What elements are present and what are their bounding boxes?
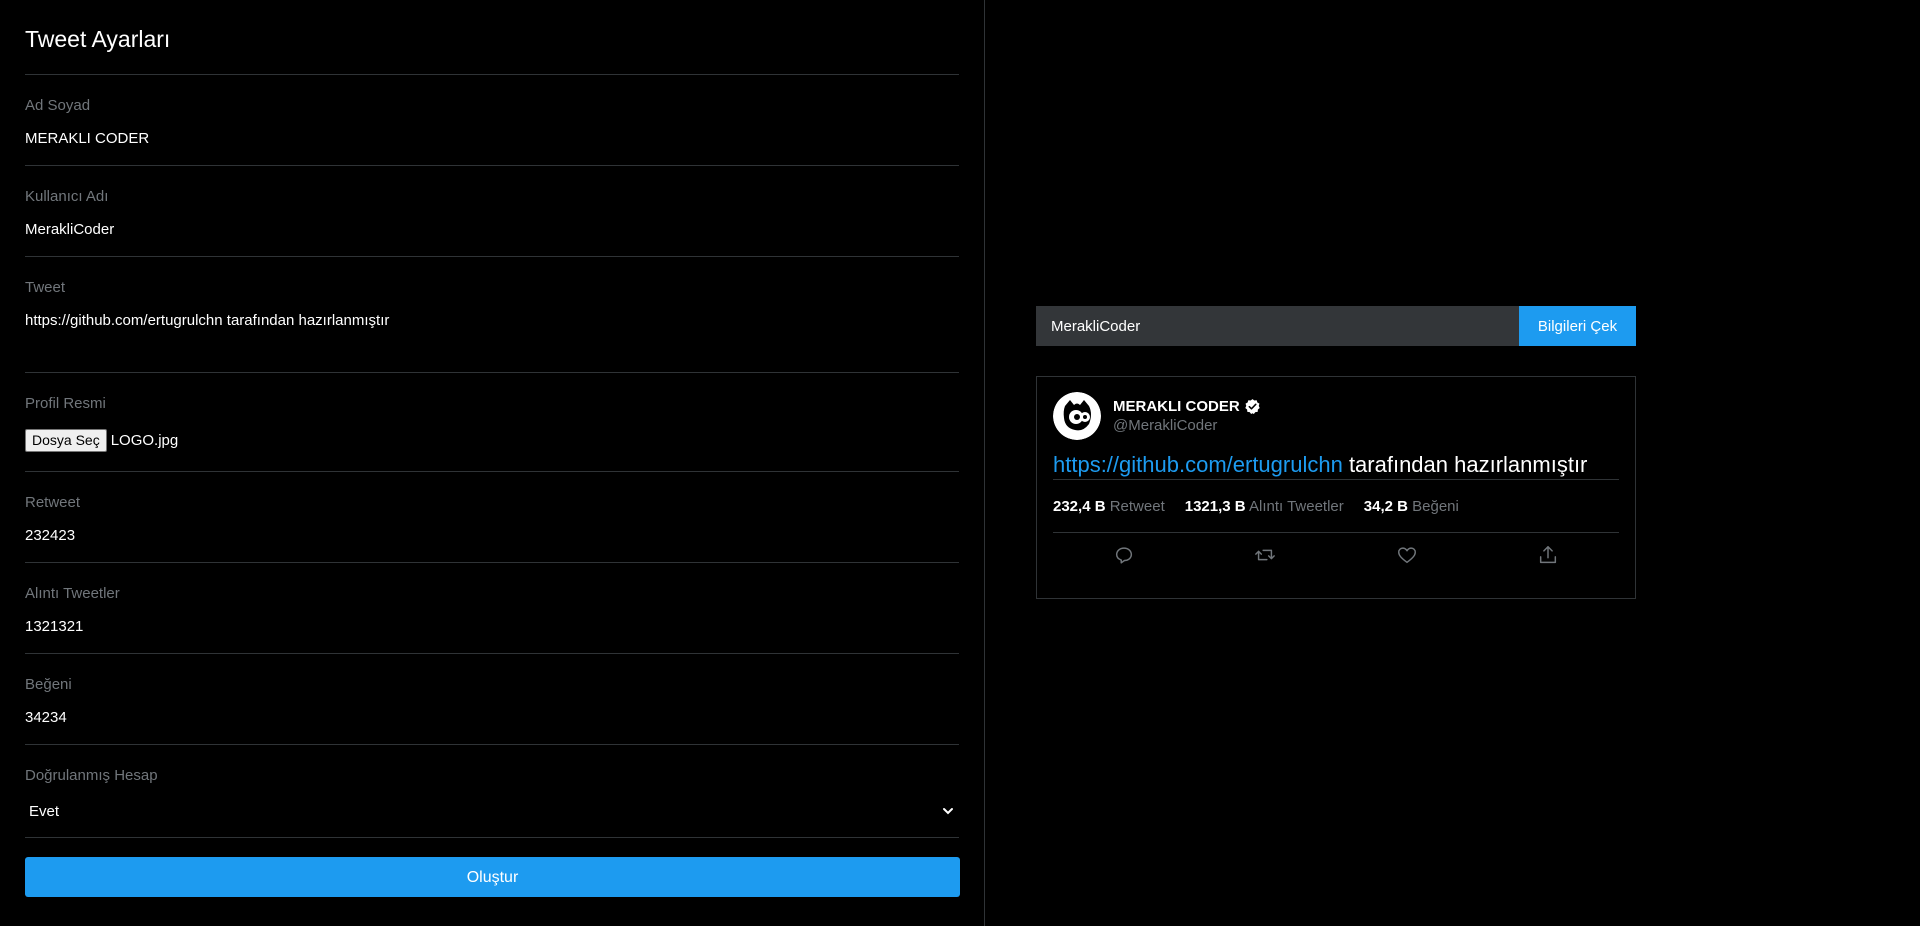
- stat-retweet: 232,4 B Retweet: [1053, 498, 1165, 515]
- name-row: MERAKLI CODER: [1113, 398, 1261, 415]
- username-input[interactable]: [25, 221, 959, 238]
- tweet-header: MERAKLI CODER @MerakliCoder: [1053, 391, 1619, 441]
- verified-label: Doğrulanmış Hesap: [25, 767, 158, 784]
- photo-label: Profil Resmi: [25, 395, 106, 412]
- verified-badge-icon: [1244, 399, 1260, 415]
- name-input[interactable]: [25, 130, 959, 147]
- reply-icon[interactable]: [1113, 544, 1135, 566]
- field-quote-tweets: Alıntı Tweetler: [25, 563, 959, 654]
- verified-select-value: Evet: [29, 802, 60, 820]
- tweet-text-rest: tarafından hazırlanmıştır: [1342, 452, 1588, 477]
- verified-select[interactable]: Evet: [25, 799, 959, 823]
- tweet-stats: 232,4 B Retweet 1321,3 B Alıntı Tweetler…: [1053, 479, 1619, 533]
- like-count: 34,2 B: [1363, 497, 1408, 515]
- share-icon[interactable]: [1537, 544, 1559, 566]
- file-name: LOGO.jpg: [110, 432, 179, 449]
- stat-quote: 1321,3 B Alıntı Tweetler: [1185, 498, 1344, 515]
- field-verified: Doğrulanmış Hesap Evet: [25, 745, 959, 838]
- username-label: Kullanıcı Adı: [25, 188, 109, 205]
- field-retweet: Retweet: [25, 472, 959, 563]
- retweet-count: 232,4 B: [1053, 497, 1106, 515]
- like-input[interactable]: [25, 709, 959, 726]
- tweet-label: Tweet: [25, 279, 66, 296]
- fetch-bar: Bilgileri Çek: [1036, 306, 1636, 346]
- retweet-label: Retweet: [25, 494, 81, 511]
- tweet-preview-card: MERAKLI CODER @MerakliCoder https://gith…: [1036, 376, 1636, 599]
- handle: @MerakliCoder: [1113, 417, 1218, 434]
- like-icon[interactable]: [1396, 544, 1418, 566]
- field-tweet: Tweet https://github.com/ertugrulchn tar…: [25, 257, 959, 373]
- choose-file-button[interactable]: Dosya Seç: [25, 429, 107, 452]
- field-name: Ad Soyad: [25, 75, 959, 166]
- retweet-input[interactable]: [25, 527, 959, 544]
- app: Tweet Ayarları Ad Soyad Kullanıcı Adı Tw…: [0, 0, 1920, 926]
- settings-title: Tweet Ayarları: [25, 0, 959, 75]
- like-label: Beğeni: [25, 676, 72, 693]
- create-button[interactable]: Oluştur: [25, 857, 960, 897]
- file-picker: Dosya Seç LOGO.jpg: [25, 429, 178, 452]
- like-stat-label: Beğeni: [1412, 497, 1459, 515]
- quote-count: 1321,3 B: [1184, 497, 1246, 515]
- retweet-stat-label: Retweet: [1109, 497, 1165, 515]
- quote-input[interactable]: [25, 618, 959, 635]
- avatar: [1053, 392, 1101, 440]
- stat-like: 34,2 B Beğeni: [1364, 498, 1459, 515]
- fetch-username-input[interactable]: [1036, 306, 1519, 346]
- tweet-link[interactable]: https://github.com/ertugrulchn: [1053, 452, 1343, 477]
- chevron-down-icon: [943, 808, 953, 815]
- settings-panel: Tweet Ayarları Ad Soyad Kullanıcı Adı Tw…: [0, 0, 985, 926]
- preview-panel: Bilgileri Çek MERAKLI CODER: [985, 0, 1920, 926]
- quote-label: Alıntı Tweetler: [25, 585, 120, 602]
- tweet-textarea[interactable]: https://github.com/ertugrulchn tarafında…: [25, 312, 959, 362]
- field-username: Kullanıcı Adı: [25, 166, 959, 257]
- display-name: MERAKLI CODER: [1113, 398, 1240, 415]
- retweet-icon[interactable]: [1254, 544, 1276, 566]
- tweet-actions: [1053, 533, 1619, 577]
- fetch-info-button[interactable]: Bilgileri Çek: [1519, 306, 1636, 346]
- tweet-text: https://github.com/ertugrulchn tarafında…: [1053, 451, 1613, 479]
- field-likes: Beğeni: [25, 654, 959, 745]
- name-label: Ad Soyad: [25, 97, 91, 114]
- field-profile-photo: Profil Resmi Dosya Seç LOGO.jpg: [25, 373, 959, 472]
- tweet-names: MERAKLI CODER @MerakliCoder: [1113, 398, 1261, 434]
- quote-stat-label: Alıntı Tweetler: [1248, 497, 1344, 515]
